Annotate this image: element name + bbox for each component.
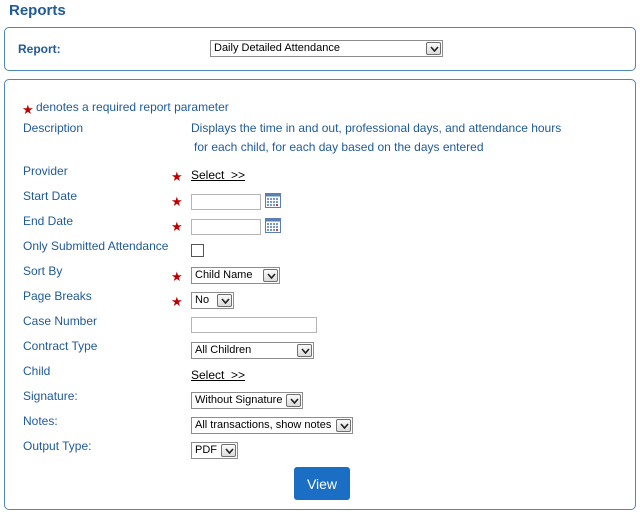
- signature-value: Without Signature: [195, 394, 283, 406]
- output-type-label: Output Type:: [23, 439, 92, 453]
- start-date-label: Start Date: [23, 189, 78, 203]
- end-date-input[interactable]: [191, 219, 261, 235]
- report-select-value: Daily Detailed Attendance: [214, 42, 340, 54]
- chevron-down-icon: [221, 444, 236, 457]
- contract-type-select[interactable]: All Children: [191, 342, 314, 359]
- signature-label: Signature:: [23, 389, 78, 403]
- calendar-icon[interactable]: [265, 218, 281, 233]
- notes-select[interactable]: All transactions, show notes: [191, 417, 353, 434]
- required-legend-text: denotes a required report parameter: [36, 100, 229, 114]
- calendar-icon[interactable]: [265, 193, 281, 208]
- sort-by-value: Child Name: [195, 269, 253, 281]
- description-line-1: Displays the time in and out, profession…: [191, 121, 562, 135]
- provider-label: Provider: [23, 164, 68, 178]
- page-breaks-label: Page Breaks: [23, 289, 92, 303]
- contract-type-value: All Children: [195, 344, 252, 356]
- description-line-2: for each child, for each day based on th…: [194, 140, 484, 154]
- required-star-icon: ★: [171, 194, 183, 209]
- page-breaks-value: No: [195, 294, 210, 306]
- notes-label: Notes:: [23, 414, 58, 428]
- provider-select-link[interactable]: Select >>: [191, 168, 245, 182]
- notes-value: All transactions, show notes: [195, 419, 332, 431]
- sort-by-label: Sort By: [23, 264, 63, 278]
- output-type-value: PDF: [195, 444, 217, 456]
- only-submitted-label: Only Submitted Attendance: [23, 239, 169, 253]
- chevron-down-icon: [263, 269, 278, 282]
- child-select-link[interactable]: Select >>: [191, 368, 245, 382]
- child-label: Child: [23, 364, 51, 378]
- chevron-down-icon: [336, 419, 351, 432]
- view-button[interactable]: View: [294, 467, 350, 500]
- case-number-label: Case Number: [23, 314, 98, 328]
- contract-type-label: Contract Type: [23, 339, 98, 353]
- required-star-icon: ★: [171, 294, 183, 309]
- required-star-icon: ★: [171, 169, 183, 184]
- required-star-icon: ★: [171, 269, 183, 284]
- chevron-down-icon: [217, 294, 232, 307]
- description-label: Description: [23, 121, 84, 135]
- chevron-down-icon: [426, 42, 441, 55]
- start-date-input[interactable]: [191, 194, 261, 210]
- page-title: Reports: [9, 2, 66, 19]
- page-breaks-select[interactable]: No: [191, 292, 234, 309]
- end-date-label: End Date: [23, 214, 74, 228]
- signature-select[interactable]: Without Signature: [191, 392, 303, 409]
- chevron-down-icon: [286, 394, 301, 407]
- chevron-down-icon: [297, 344, 312, 357]
- report-label: Report:: [18, 42, 61, 56]
- report-selector-panel: Report: Daily Detailed Attendance: [4, 27, 636, 71]
- only-submitted-checkbox[interactable]: [191, 244, 204, 257]
- sort-by-select[interactable]: Child Name: [191, 267, 280, 284]
- case-number-input[interactable]: [191, 317, 317, 333]
- required-star-icon: ★: [171, 219, 183, 234]
- required-star-icon: ★: [22, 102, 34, 117]
- report-select[interactable]: Daily Detailed Attendance: [210, 40, 443, 57]
- output-type-select[interactable]: PDF: [191, 442, 238, 459]
